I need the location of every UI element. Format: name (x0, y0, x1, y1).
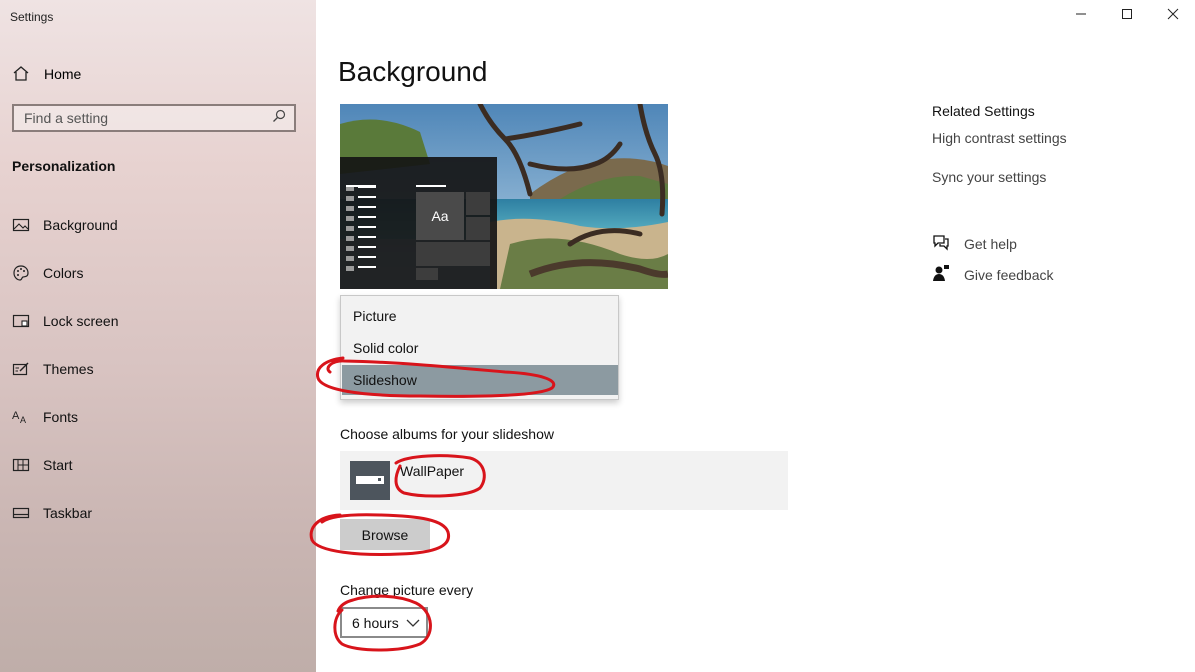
minimize-button[interactable] (1061, 4, 1101, 28)
svg-text:A: A (12, 410, 20, 422)
home-nav-item[interactable]: Home (12, 63, 81, 85)
sync-settings-link[interactable]: Sync your settings (932, 169, 1046, 185)
background-preview: Aa (340, 104, 668, 289)
albums-label: Choose albums for your slideshow (340, 426, 554, 442)
sidebar-item-lock-screen[interactable]: Lock screen (12, 310, 118, 332)
home-icon (12, 65, 30, 83)
app-title: Settings (10, 10, 54, 24)
browse-button[interactable]: Browse (340, 519, 430, 550)
lock-screen-icon (12, 312, 30, 330)
taskbar-icon (12, 504, 30, 522)
sidebar-item-themes[interactable]: Themes (12, 358, 94, 380)
give-feedback-label: Give feedback (964, 267, 1054, 283)
feedback-icon (932, 264, 950, 287)
interval-label: Change picture every (340, 582, 474, 598)
high-contrast-link[interactable]: High contrast settings (932, 130, 1067, 146)
help-chat-icon (932, 233, 950, 256)
chevron-down-icon (406, 616, 420, 632)
give-feedback-link[interactable]: Give feedback (932, 264, 1054, 287)
start-icon (12, 456, 30, 474)
sidebar-item-label: Taskbar (43, 505, 93, 521)
sidebar-item-label: Start (43, 457, 73, 473)
sidebar-item-label: Lock screen (43, 313, 119, 329)
search-box[interactable] (12, 104, 296, 132)
maximize-button[interactable] (1107, 4, 1147, 28)
close-icon (1167, 7, 1179, 25)
sidebar-item-label: Fonts (43, 409, 79, 425)
sidebar-item-start[interactable]: Start (12, 454, 73, 476)
album-name: WallPaper (400, 463, 465, 479)
palette-icon (12, 264, 30, 282)
maximize-icon (1121, 7, 1133, 25)
related-settings-title: Related Settings (932, 103, 1035, 119)
dropdown-option-solid-color[interactable]: Solid color (342, 333, 618, 363)
search-input[interactable] (24, 110, 264, 126)
close-button[interactable] (1153, 4, 1193, 28)
album-card[interactable]: WallPaper (340, 451, 788, 510)
minimize-icon (1075, 7, 1087, 25)
themes-icon (12, 360, 30, 378)
preview-tile-text: Aa (431, 208, 449, 224)
get-help-label: Get help (964, 236, 1017, 252)
sidebar-item-label: Background (43, 217, 118, 233)
sidebar-item-fonts[interactable]: AA Fonts (12, 406, 78, 428)
picture-icon (12, 216, 30, 234)
sidebar-item-label: Colors (43, 265, 84, 281)
interval-value: 6 hours (352, 614, 399, 631)
sidebar-item-label: Themes (43, 361, 94, 377)
home-label: Home (44, 66, 82, 82)
dropdown-option-picture[interactable]: Picture (342, 301, 618, 331)
svg-text:A: A (20, 415, 26, 425)
sidebar-item-taskbar[interactable]: Taskbar (12, 502, 92, 524)
dropdown-option-slideshow[interactable]: Slideshow (342, 365, 618, 395)
interval-select[interactable]: 6 hours (340, 607, 428, 638)
section-personalization: Personalization (12, 158, 116, 174)
sidebar-item-colors[interactable]: Colors (12, 262, 83, 284)
get-help-link[interactable]: Get help (932, 234, 1017, 254)
sidebar-item-background[interactable]: Background (12, 214, 118, 236)
album-folder-icon (350, 461, 390, 500)
fonts-icon: AA (12, 408, 30, 426)
sidebar: Settings Home Personalization Background… (0, 0, 316, 672)
background-type-dropdown[interactable]: Picture Solid color Slideshow (340, 295, 619, 400)
page-title: Background (338, 56, 488, 87)
search-icon[interactable] (272, 109, 286, 128)
preview-landscape (340, 104, 668, 289)
